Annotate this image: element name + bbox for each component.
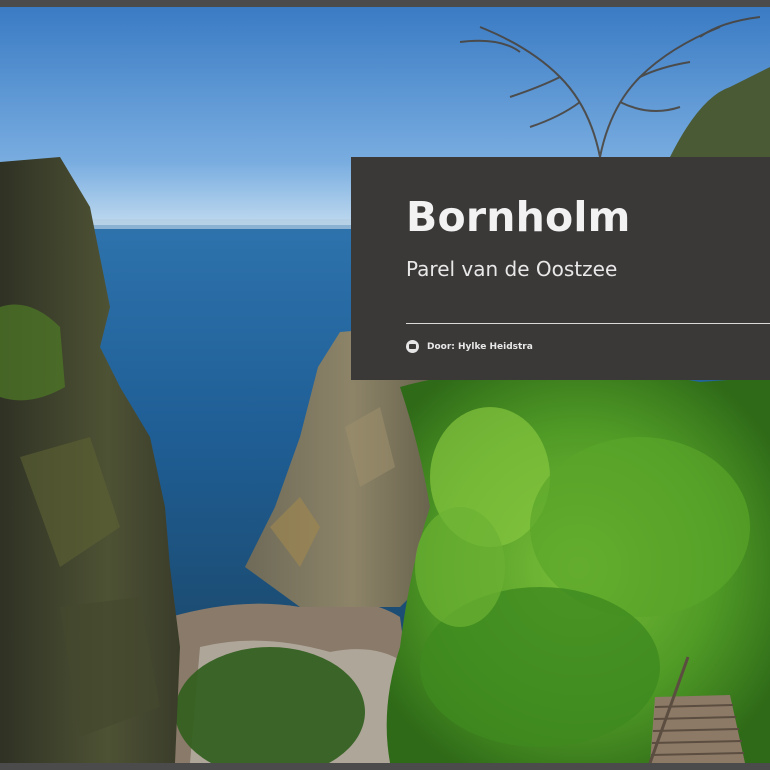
bottom-frame-bar	[0, 763, 770, 770]
top-frame-bar	[0, 0, 770, 7]
article-title: Bornholm	[406, 193, 631, 241]
title-card: Bornholm Parel van de Oostzee Door: Hylk…	[351, 157, 770, 380]
article-subtitle: Parel van de Oostzee	[406, 257, 618, 281]
author-row: Door: Hylke Heidstra	[406, 340, 533, 353]
author-credit: Door: Hylke Heidstra	[427, 341, 533, 352]
title-divider	[406, 323, 770, 324]
cover-page: Bornholm Parel van de Oostzee Door: Hylk…	[0, 7, 770, 763]
camera-icon	[406, 340, 419, 353]
cover-photo	[0, 7, 770, 763]
